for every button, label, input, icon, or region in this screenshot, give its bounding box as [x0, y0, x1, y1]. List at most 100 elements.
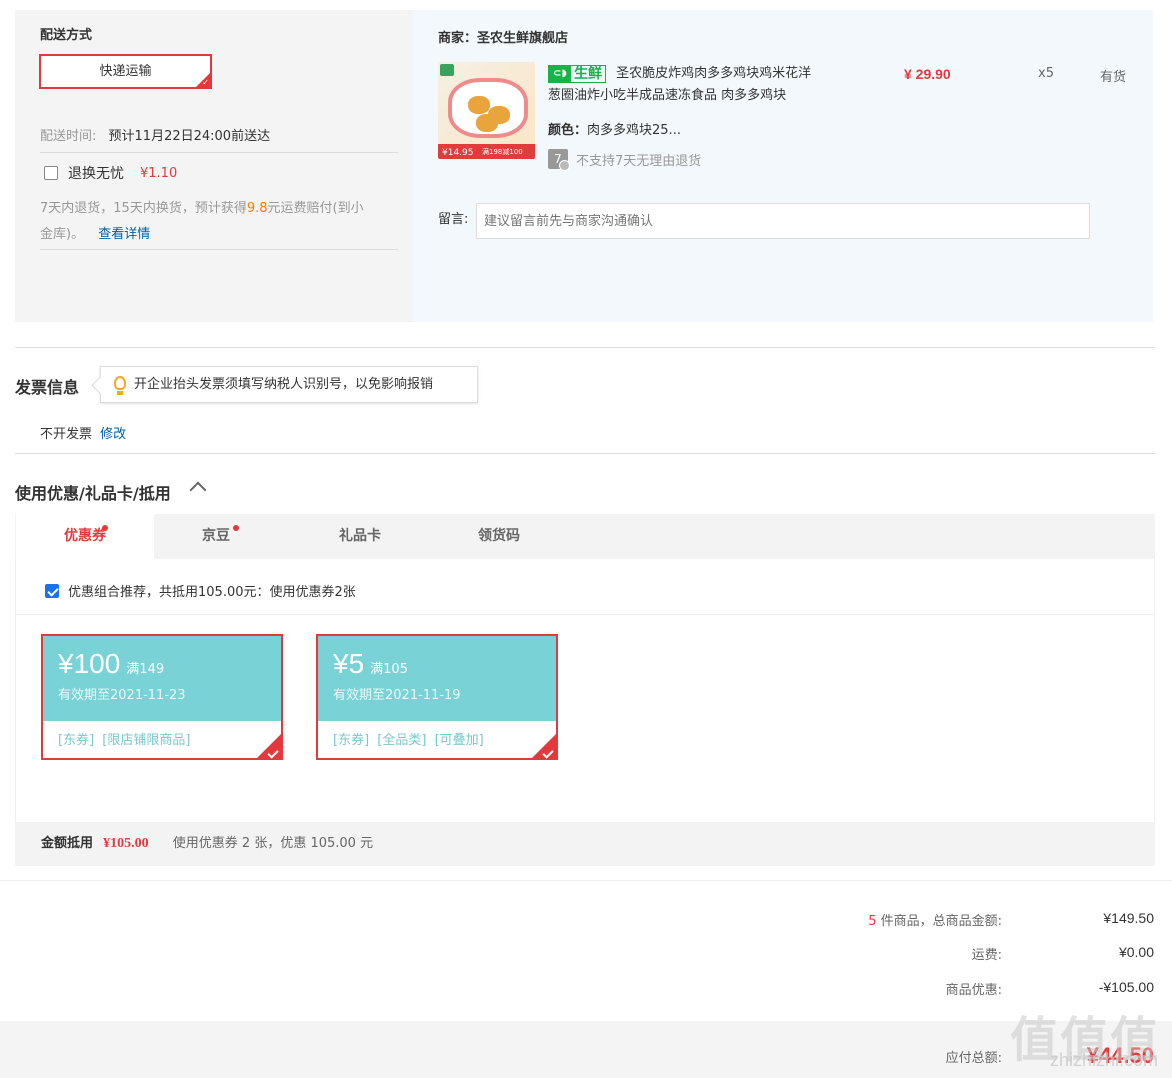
product-price: ¥ 29.90 [904, 66, 951, 82]
freight-row: 运费: ¥0.00 [842, 944, 1154, 963]
divider [15, 347, 1155, 348]
chevron-up-icon[interactable] [189, 481, 207, 499]
message-label: 留言: [438, 212, 469, 227]
no-return-text: 不支持7天无理由退货 [576, 153, 702, 169]
brand-logo-icon [440, 64, 454, 76]
tab-label: 领货码 [478, 528, 520, 544]
coupon-expiry: 有效期至2021-11-23 [58, 688, 186, 703]
freight-label: 运费: [971, 948, 1002, 963]
product-qty: x5 [1038, 66, 1054, 81]
discount-value: -¥105.00 [1098, 979, 1154, 995]
invoice-tip-text: 开企业抬头发票须填写纳税人识别号，以免影响报销 [134, 377, 434, 392]
return-service-label: 退换无忧 [68, 166, 124, 182]
return-desc-text: 7天内退货，15天内换货，预计获得 [40, 201, 247, 216]
fresh-badge: ⊂◗ 生鲜 [548, 64, 606, 83]
tab-jingdou[interactable]: 京豆 [154, 514, 278, 559]
discount-label: 商品优惠: [945, 983, 1002, 998]
coupon-section-title: 使用优惠/礼品卡/抵用 [15, 484, 171, 503]
coupon-tag: [可叠加] [434, 733, 484, 748]
coupon-condition: 满105 [370, 662, 408, 677]
freight-value: ¥0.00 [1118, 944, 1154, 960]
combo-recommend-checkbox[interactable] [45, 583, 59, 598]
return-service-desc: 7天内退货，15天内换货，预计获得9.8元运费赔付(到小 金库)。 查看详情 [40, 196, 398, 248]
product-title[interactable]: ⊂◗ 生鲜 圣农脆皮炸鸡肉多多鸡块鸡米花洋 葱圈油炸小吃半成品速冻食品 肉多多鸡块 [548, 63, 888, 107]
lightbulb-icon [114, 376, 126, 395]
coupon-tag: [东券] [333, 733, 370, 748]
invoice-status-text: 不开发票 [40, 427, 93, 442]
coupon-card[interactable]: ¥100 满149 有效期至2021-11-23 [东券] [限店铺限商品] [41, 634, 283, 760]
return-desc-text-2: 元运费赔付(到小 [267, 201, 364, 216]
message-input[interactable] [476, 203, 1090, 239]
summary-desc: 使用优惠券 2 张，优惠 105.00 元 [172, 836, 374, 851]
shop-name: 商家：圣农生鲜旗舰店 [438, 31, 569, 46]
coupon-tag: [限店铺限商品] [102, 733, 191, 748]
image-promo: 满198减100 [482, 148, 523, 156]
invoice-title: 发票信息 [15, 378, 80, 397]
return-service-price: ¥1.10 [140, 165, 178, 181]
return-desc-amount: 9.8 [246, 201, 268, 216]
discount-row: 商品优惠: -¥105.00 [842, 979, 1154, 998]
coupon-tag: [全品类] [377, 733, 427, 748]
goods-total-row: 5 件商品，总商品金额: ¥149.50 [842, 910, 1154, 929]
tab-gift-card[interactable]: 礼品卡 [290, 514, 430, 559]
divider [15, 453, 1155, 454]
combo-recommend-text: 优惠组合推荐，共抵用105.00元：使用优惠券2张 [68, 585, 356, 600]
shop-panel [413, 10, 1153, 322]
invoice-edit-link[interactable]: 修改 [100, 427, 126, 442]
divider [16, 614, 1154, 615]
return-service-row: 退换无忧 ¥1.10 [44, 163, 177, 183]
divider [40, 152, 398, 153]
watermark-text: zhizhizhi.com [1049, 1050, 1158, 1070]
goods-count: 5 [868, 914, 877, 929]
stock-status: 有货 [1100, 70, 1127, 85]
product-title-line1: 圣农脆皮炸鸡肉多多鸡块鸡米花洋 [616, 66, 812, 81]
summary-label: 金额抵用 [41, 836, 94, 851]
coupon-tag: [东券] [58, 733, 95, 748]
tab-label: 优惠券 [64, 528, 106, 544]
color-value: 肉多多鸡块25... [587, 123, 681, 138]
divider [40, 249, 398, 250]
invoice-status: 不开发票 修改 [40, 423, 126, 442]
no-return-notice: 7 不支持7天无理由退货 [548, 149, 702, 171]
tab-label: 礼品卡 [339, 528, 381, 544]
notification-dot [102, 525, 108, 531]
delivery-method-button[interactable]: 快递运输 ✓ [39, 54, 212, 89]
seven-day-icon: 7 [548, 149, 570, 171]
fresh-badge-label: 生鲜 [574, 65, 602, 82]
coupon-card[interactable]: ¥5 满105 有效期至2021-11-19 [东券] [全品类] [可叠加] [316, 634, 558, 760]
fish-icon: ⊂◗ [549, 65, 571, 82]
payable-label: 应付总额: [945, 1050, 1002, 1066]
shipping-title: 配送方式 [40, 28, 93, 43]
coupon-card-top: ¥5 满105 有效期至2021-11-19 [318, 636, 556, 721]
product-title-line2: 葱圈油炸小吃半成品速冻食品 肉多多鸡块 [548, 88, 787, 103]
coupon-tags: [东券] [限店铺限商品] [58, 729, 190, 748]
delivery-time: 配送时间: 预计11月22日24:00前送达 [40, 125, 270, 144]
coupon-amount: ¥5 [333, 648, 365, 679]
divider [0, 880, 1172, 881]
delivery-time-value: 预计11月22日24:00前送达 [108, 129, 271, 144]
coupon-amount: ¥100 [58, 648, 121, 679]
coupon-condition: 满149 [126, 662, 165, 677]
delivery-method-label: 快递运输 [99, 64, 152, 79]
combo-recommend-row: 优惠组合推荐，共抵用105.00元：使用优惠券2张 [45, 581, 356, 600]
return-desc-text-3: 金库)。 [40, 227, 85, 242]
coupon-expiry: 有效期至2021-11-19 [333, 688, 461, 703]
delivery-time-label: 配送时间: [40, 129, 97, 144]
coupon-summary: 金额抵用 ¥105.00 使用优惠券 2 张，优惠 105.00 元 [15, 822, 1155, 866]
product-image[interactable]: ¥14.95 满198减100 [438, 62, 535, 159]
goods-total-value: ¥149.50 [1103, 910, 1154, 926]
check-icon: ✓ [202, 78, 209, 87]
image-price: ¥14.95 [442, 148, 474, 158]
return-service-checkbox[interactable] [44, 166, 58, 180]
view-details-link[interactable]: 查看详情 [98, 227, 150, 242]
tab-coupons[interactable]: 优惠券 [16, 514, 154, 559]
coupon-card-top: ¥100 满149 有效期至2021-11-23 [43, 636, 281, 721]
tab-label: 京豆 [202, 528, 230, 544]
goods-total-label: 件商品，总商品金额: [880, 914, 1002, 929]
notification-dot [233, 525, 239, 531]
invoice-tip: 开企业抬头发票须填写纳税人识别号，以免影响报销 [100, 366, 478, 403]
product-color: 颜色：肉多多鸡块25... [548, 119, 681, 138]
tab-pickup-code[interactable]: 领货码 [430, 514, 568, 559]
coupon-tags: [东券] [全品类] [可叠加] [333, 729, 484, 748]
color-label: 颜色： [548, 123, 588, 138]
